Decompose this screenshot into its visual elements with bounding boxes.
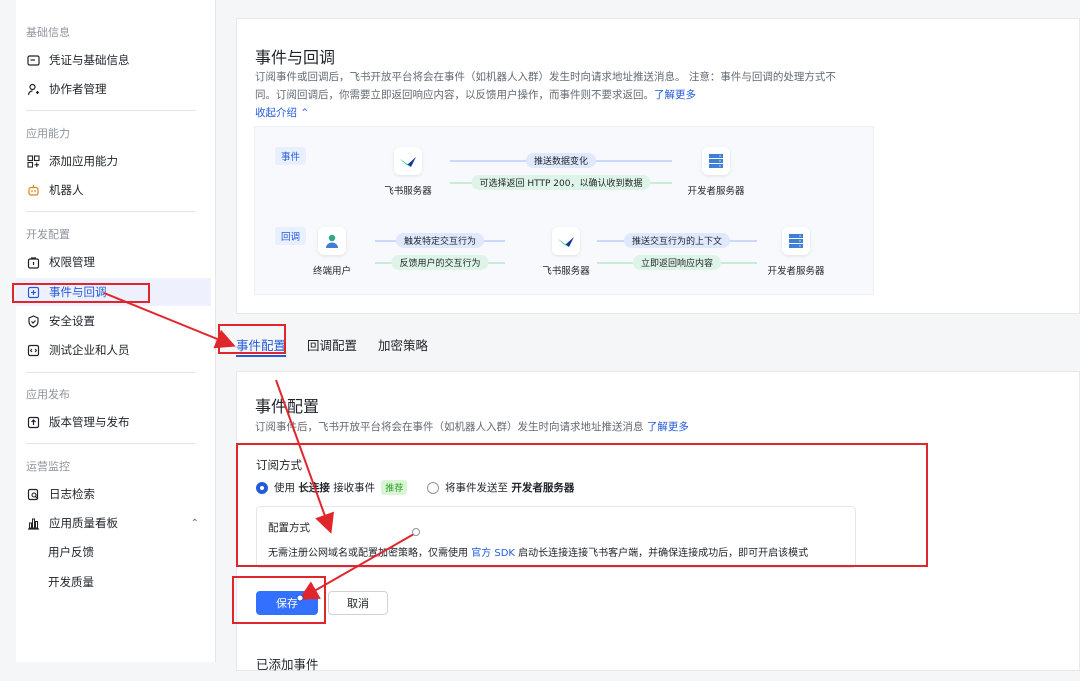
bar-chart-icon bbox=[27, 517, 40, 530]
flow-label: 触发特定交互行为 bbox=[395, 233, 485, 248]
node-label: 终端用户 bbox=[312, 266, 351, 277]
tab-encryption[interactable]: 加密策略 bbox=[378, 335, 428, 354]
active-tab-indicator bbox=[236, 355, 286, 357]
id-card-icon bbox=[27, 54, 40, 67]
group-title-monitoring: 运营监控 bbox=[26, 460, 70, 473]
sidebar-item-robot[interactable]: 机器人 bbox=[16, 176, 211, 204]
feishu-logo-icon bbox=[552, 227, 580, 255]
sidebar-item-security[interactable]: 安全设置 bbox=[16, 307, 211, 335]
flow-label: 反馈用户的交互行为 bbox=[391, 255, 489, 270]
node-label: 飞书服务器 bbox=[542, 266, 590, 277]
shield-icon bbox=[27, 314, 40, 328]
collapse-intro-link[interactable]: 收起介绍 ⌃ bbox=[255, 104, 309, 122]
flow-label: 推送数据变化 bbox=[525, 153, 597, 168]
event-learn-more-link[interactable]: 了解更多 bbox=[647, 421, 689, 433]
sidebar-item-collaborators[interactable]: 协作者管理 bbox=[16, 75, 211, 103]
sidebar-item-label: 凭证与基础信息 bbox=[49, 53, 130, 67]
sidebar-item-test-org[interactable]: 测试企业和人员 bbox=[16, 336, 211, 364]
sidebar-item-credentials[interactable]: 凭证与基础信息 bbox=[16, 46, 211, 74]
log-search-icon bbox=[27, 488, 40, 501]
feedback-interaction-flow: 反馈用户的交互行为 bbox=[375, 255, 505, 270]
server-icon bbox=[702, 147, 730, 175]
sidebar-item-label: 版本管理与发布 bbox=[49, 415, 130, 429]
sidebar-item-label: 添加应用能力 bbox=[49, 154, 118, 168]
sidebar-item-quality-board[interactable]: 应用质量看板 ⌃ bbox=[16, 509, 211, 537]
page-title: 事件与回调 bbox=[255, 48, 336, 67]
node-label: 飞书服务器 bbox=[384, 186, 432, 197]
feishu-server-node-2: 飞书服务器 bbox=[531, 227, 601, 277]
sidebar-item-user-feedback[interactable]: 用户反馈 bbox=[16, 538, 211, 566]
sidebar-item-dev-quality[interactable]: 开发质量 bbox=[16, 568, 211, 596]
learn-more-link[interactable]: 了解更多 bbox=[654, 89, 696, 101]
sidebar-item-label: 应用质量看板 bbox=[49, 516, 118, 530]
annotation-box-sidebar bbox=[12, 283, 150, 303]
annotation-box-tab bbox=[218, 324, 286, 354]
grid-add-icon bbox=[27, 154, 40, 168]
sidebar-item-label: 机器人 bbox=[49, 183, 84, 197]
feishu-server-node: 飞书服务器 bbox=[373, 147, 443, 197]
user-icon bbox=[318, 227, 346, 255]
sidebar-item-label: 测试企业和人员 bbox=[49, 343, 130, 357]
event-config-title: 事件配置 bbox=[255, 397, 320, 416]
group-title-basic: 基础信息 bbox=[26, 26, 70, 39]
event-config-description: 订阅事件后，飞书开放平台将会在事件（如机器人入群）发生时向请求地址推送消息 了解… bbox=[255, 418, 689, 436]
trigger-interaction-flow: 触发特定交互行为 bbox=[375, 233, 505, 248]
node-label: 开发者服务器 bbox=[687, 186, 745, 197]
sidebar-item-label: 开发质量 bbox=[48, 575, 94, 589]
event-callback-diagram: 事件 飞书服务器 推送数据变化 可选择返回 HTTP 200，以确认收到数据 开… bbox=[254, 126, 874, 295]
annotation-box-save bbox=[232, 576, 326, 624]
push-context-flow: 推送交互行为的上下文 bbox=[597, 233, 757, 248]
sidebar-item-permissions[interactable]: 权限管理 bbox=[16, 248, 211, 276]
feishu-logo-icon bbox=[394, 147, 422, 175]
divider bbox=[26, 110, 196, 111]
sidebar-item-log-search[interactable]: 日志检索 bbox=[16, 480, 211, 508]
divider bbox=[26, 372, 196, 373]
optional-return-flow: 可选择返回 HTTP 200，以确认收到数据 bbox=[450, 175, 672, 190]
chevron-up-icon[interactable]: ⌃ bbox=[191, 518, 199, 529]
flow-label: 推送交互行为的上下文 bbox=[623, 233, 731, 248]
push-data-change-flow: 推送数据变化 bbox=[450, 153, 672, 168]
sidebar-item-versions[interactable]: 版本管理与发布 bbox=[16, 408, 211, 436]
server-icon bbox=[782, 227, 810, 255]
flow-label: 可选择返回 HTTP 200，以确认收到数据 bbox=[471, 175, 651, 190]
sidebar: 基础信息 凭证与基础信息 协作者管理 应用能力 添加应用能力 机器人 开发配置 … bbox=[16, 0, 216, 662]
dev-server-node: 开发者服务器 bbox=[681, 147, 751, 197]
flow-label: 立即返回响应内容 bbox=[632, 255, 722, 270]
sidebar-item-label: 用户反馈 bbox=[48, 545, 94, 559]
group-title-dev-config: 开发配置 bbox=[26, 228, 70, 241]
return-response-flow: 立即返回响应内容 bbox=[597, 255, 757, 270]
intro-description: 订阅事件或回调后，飞书开放平台将会在事件（如机器人入群）发生时向请求地址推送消息… bbox=[255, 68, 875, 104]
event-config-desc-text: 订阅事件后，飞书开放平台将会在事件（如机器人入群）发生时向请求地址推送消息 bbox=[255, 421, 644, 433]
divider bbox=[26, 443, 196, 444]
dev-server-node-2: 开发者服务器 bbox=[761, 227, 831, 277]
upload-box-icon bbox=[27, 416, 40, 429]
sidebar-item-add-capability[interactable]: 添加应用能力 bbox=[16, 147, 211, 175]
tab-callback-config[interactable]: 回调配置 bbox=[307, 335, 357, 354]
divider bbox=[26, 211, 196, 212]
added-events-title: 已添加事件 bbox=[256, 657, 319, 672]
annotation-box-subscribe bbox=[236, 443, 928, 567]
cancel-button[interactable]: 取消 bbox=[328, 591, 388, 615]
sidebar-item-label: 协作者管理 bbox=[49, 82, 107, 96]
sidebar-item-label: 安全设置 bbox=[49, 314, 95, 328]
event-tag: 事件 bbox=[275, 147, 307, 165]
sidebar-item-label: 日志检索 bbox=[49, 487, 95, 501]
group-title-capabilities: 应用能力 bbox=[26, 127, 70, 140]
group-title-release: 应用发布 bbox=[26, 388, 70, 401]
intro-desc-line2: 同。订阅回调后，你需要立即返回响应内容，以反馈用户操作，而事件则不要求返回。 bbox=[255, 89, 654, 101]
node-label: 开发者服务器 bbox=[767, 266, 825, 277]
lock-box-icon bbox=[27, 256, 40, 269]
user-add-icon bbox=[27, 83, 40, 96]
sidebar-item-label: 权限管理 bbox=[49, 255, 95, 269]
code-box-icon bbox=[27, 344, 40, 357]
intro-desc-line1: 订阅事件或回调后，飞书开放平台将会在事件（如机器人入群）发生时向请求地址推送消息… bbox=[255, 71, 836, 83]
robot-icon bbox=[27, 184, 40, 197]
end-user-node: 终端用户 bbox=[297, 227, 367, 277]
